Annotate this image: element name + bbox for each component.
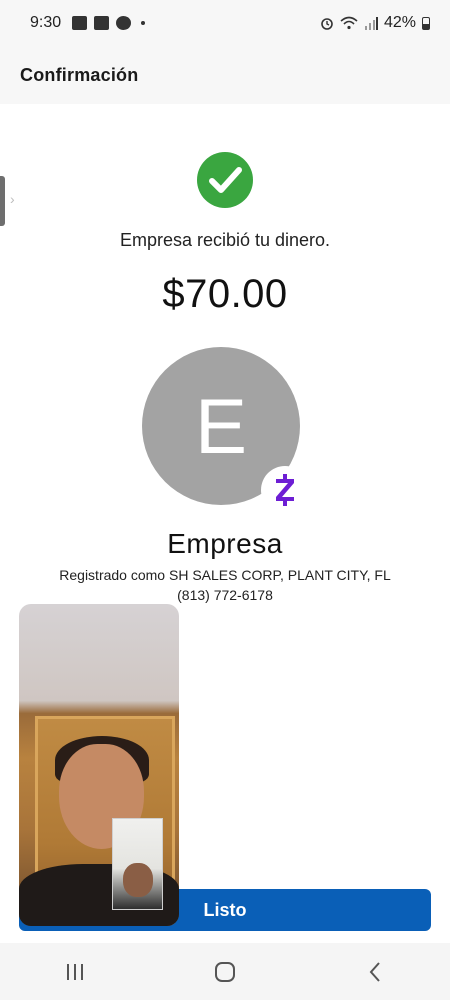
chase-icon (116, 16, 132, 30)
recents-button[interactable] (45, 952, 105, 992)
status-left: 9:30 (30, 14, 146, 32)
recipient-phone: (813) 772-6178 (177, 587, 273, 603)
more-notifications-icon (141, 21, 146, 25)
status-right: 42% (320, 14, 430, 32)
navigation-bar (0, 943, 450, 1000)
chevron-right-icon: › (10, 191, 15, 207)
video-call-overlay[interactable] (19, 604, 179, 926)
confirmation-message: Empresa recibió tu dinero. (119, 230, 331, 250)
check-icon (197, 152, 253, 208)
self-view-face (123, 863, 153, 897)
battery-percent: 42% (383, 14, 416, 31)
back-button[interactable] (345, 952, 405, 992)
zelle-badge (261, 466, 309, 514)
recents-icon (67, 963, 83, 980)
battery-icon (422, 16, 430, 30)
signal-icon (364, 17, 378, 30)
status-time: 9:30 (30, 14, 62, 31)
home-icon (215, 961, 235, 982)
recipient-name: Empresa (167, 528, 283, 559)
avatar-initial: E (194, 381, 248, 470)
status-bar: 9:30 42% (0, 0, 450, 46)
video-self-view[interactable] (112, 818, 163, 910)
home-button[interactable] (195, 952, 255, 992)
back-icon (369, 961, 380, 982)
screen: 9:30 42% Confirmación › Empresa recibió … (0, 0, 450, 1000)
app-header: Confirmación (0, 46, 450, 104)
app-notification-icon (94, 16, 110, 30)
gallery-icon (72, 16, 88, 30)
alarm-icon (321, 18, 333, 30)
wifi-icon (340, 16, 358, 30)
edge-panel-handle[interactable] (0, 176, 5, 226)
amount: $70.00 (162, 272, 288, 316)
zelle-icon (276, 474, 294, 506)
done-button-label: Listo (203, 899, 247, 920)
page-title: Confirmación (20, 64, 139, 85)
registered-as: Registrado como SH SALES CORP, PLANT CIT… (59, 567, 391, 583)
